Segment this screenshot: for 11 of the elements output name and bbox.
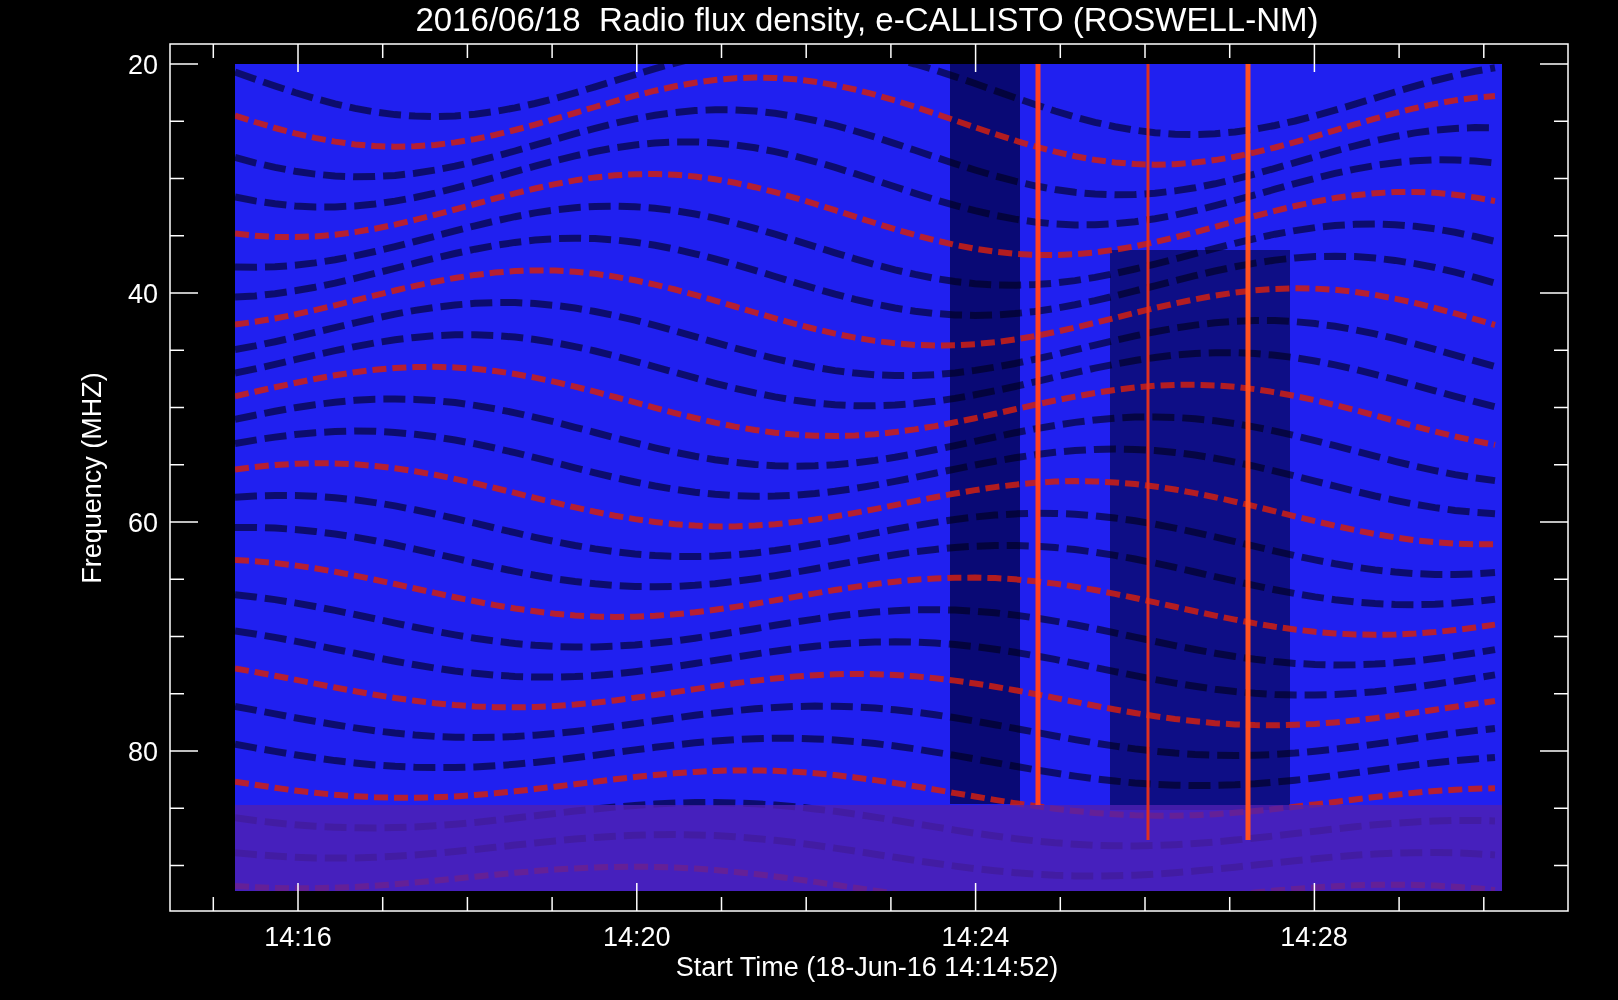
y-tick-label: 40 (127, 279, 158, 309)
y-tick-label: 60 (127, 508, 158, 538)
x-axis-title: Start Time (18-Jun-16 14:14:52) (675, 952, 1059, 982)
x-tick-label: 14:16 (264, 922, 332, 952)
chart-title: 2016/06/18 Radio flux density, e-CALLISTO (ROSWELL-NM) (415, 1, 1319, 38)
y-tick-label: 20 (127, 50, 158, 80)
x-tick-label: 14:20 (602, 922, 671, 952)
y-axis-title: Frequency (MHZ) (77, 372, 107, 584)
y-tick-label: 80 (127, 737, 158, 767)
x-tick-label: 14:28 (1280, 922, 1348, 952)
x-tick-label: 14:24 (941, 922, 1010, 952)
